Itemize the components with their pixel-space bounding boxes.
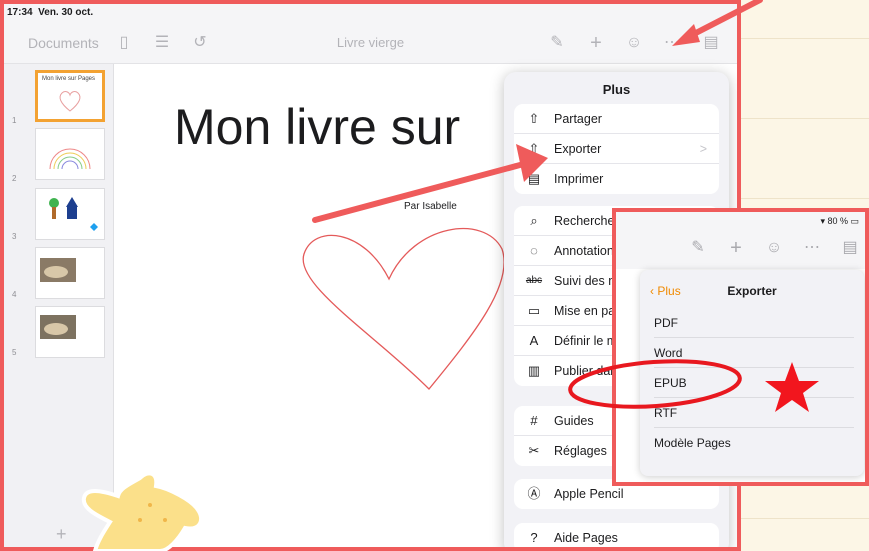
page-thumbnail-3[interactable] [35,188,105,240]
popover-title: Plus [602,82,631,97]
menu-item-label: Aide Pages [554,531,618,545]
collaborate-icon[interactable]: ☺ [624,33,644,53]
menu-item-label: Apple Pencil [554,487,624,501]
photo-thumbnail-icon [40,258,76,282]
export-inset-screenshot: ▾ 80 % ▭ ✎ + ☺ ⋯ ▤ ‹ Plus Exporter PDF W… [612,208,869,486]
share-icon: ⇧ [528,111,540,126]
menu-item-help[interactable]: ? Aide Pages [514,523,719,547]
plus-icon[interactable]: + [726,238,746,258]
page-thumbnail-4[interactable] [35,247,105,299]
annotation-icon: ◌ [530,243,538,258]
inset-toolbar: ▾ 80 % ▭ ✎ + ☺ ⋯ ▤ [616,212,865,269]
page-number: 2 [12,174,17,183]
page-thumbnail-2[interactable] [35,128,105,180]
toolbar: Documents ▯ ☰ ↺ Livre vierge ✎ + ☺ ⋯ ▤ [4,22,737,64]
page-number: 5 [12,348,17,357]
pencil-icon: Ⓐ [527,486,541,501]
shapes-thumbnail-icon [49,197,98,231]
menu-item-share[interactable]: ⇧ Partager [514,104,719,134]
menu-item-label: Guides [554,414,594,428]
export-popover: ‹ Plus Exporter PDF Word EPUB RTF Modèle… [640,270,864,476]
page-number: 4 [12,290,17,299]
menu-group-help: ? Aide Pages [514,523,719,547]
chevron-right-icon: > [699,142,707,156]
add-page-button[interactable]: + [56,524,67,545]
menu-item-label: Partager [554,112,602,126]
more-icon[interactable]: ⋯ [662,33,682,53]
page-thumbnail-1[interactable]: Mon livre sur Pages [35,70,105,122]
collaborate-icon[interactable]: ☺ [764,238,784,258]
more-icon[interactable]: ⋯ [802,238,822,258]
paintbrush-icon[interactable]: ✎ [547,33,567,53]
menu-group-share: ⇧ Partager ⇧ Exporter > ▤ Imprimer [514,104,719,194]
export-option-epub[interactable]: EPUB [654,368,854,398]
rainbow-thumbnail-icon [49,148,91,170]
document-settings-icon[interactable]: ▤ [840,238,860,258]
export-option-word[interactable]: Word [654,338,854,368]
plus-icon[interactable]: + [586,33,606,53]
page-number: 3 [12,232,17,241]
help-icon: ? [530,530,538,545]
book-icon: ▥ [527,363,541,378]
page-sidebar: Mon livre sur Pages 1 2 3 4 5 + [4,64,114,547]
guides-icon: # [530,413,538,428]
menu-item-label: Annotation i [554,244,621,258]
print-icon: ▤ [527,171,541,186]
heart-thumbnail-icon [59,91,81,112]
define-icon: A [529,333,539,348]
status-bar: 17:34 Ven. 30 oct. [4,4,737,22]
export-icon: ⇧ [528,141,540,156]
photo-thumbnail-icon [40,315,76,339]
page-thumbnail-5[interactable] [35,306,105,358]
page-number: 1 [12,116,17,125]
menu-item-export[interactable]: ⇧ Exporter > [514,134,719,164]
paintbrush-icon[interactable]: ✎ [688,238,708,258]
menu-item-label: Rechercher [554,214,619,228]
menu-item-label: Exporter [554,142,602,156]
document-settings-icon[interactable]: ▤ [701,33,721,53]
export-option-rtf[interactable]: RTF [654,398,854,428]
menu-item-print[interactable]: ▤ Imprimer [514,164,719,194]
battery-status: ▾ 80 % ▭ [820,216,859,226]
menu-item-label: Imprimer [554,172,604,186]
search-icon: ⌕ [530,213,538,228]
status-time: 17:34 Ven. 30 oct. [7,7,94,18]
page-layout-icon: ▭ [527,303,541,318]
export-title: Exporter [727,284,777,298]
export-option-pages-template[interactable]: Modèle Pages [654,428,854,458]
menu-item-label: Réglages [554,444,607,458]
export-option-pdf[interactable]: PDF [654,308,854,338]
wrench-icon: ✂ [528,443,540,458]
track-changes-icon: abc [525,275,543,286]
